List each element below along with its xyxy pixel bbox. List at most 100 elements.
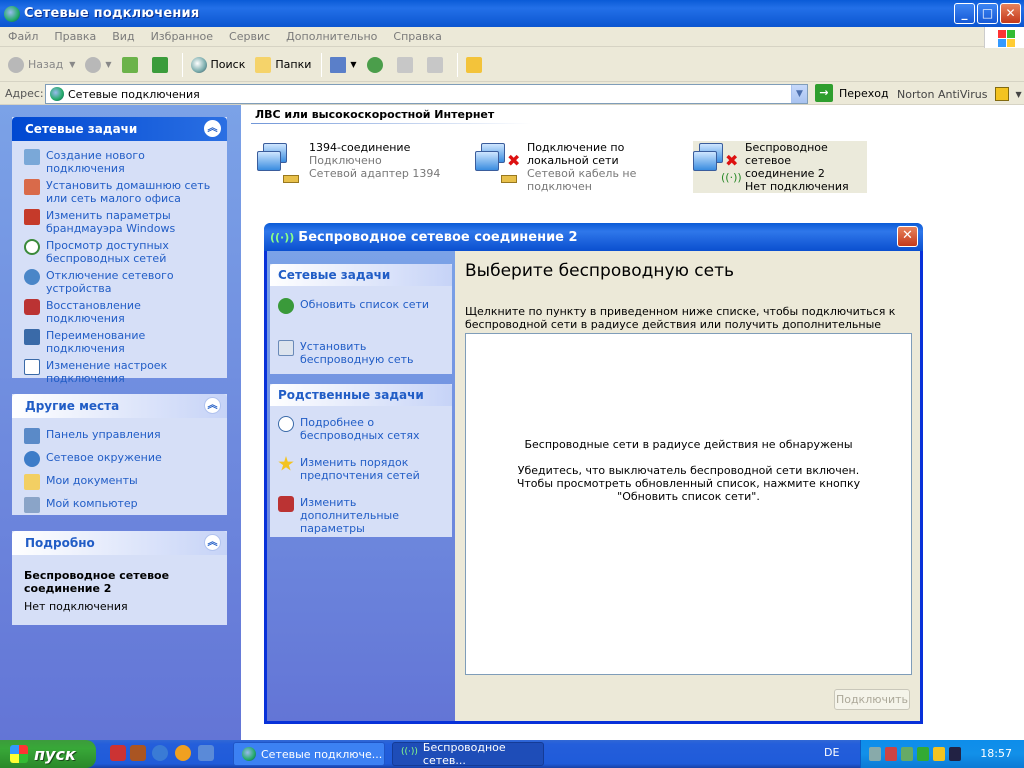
quicklaunch-app-icon[interactable] bbox=[198, 745, 214, 761]
refresh-icon bbox=[151, 56, 168, 73]
task-create-connection[interactable]: Создание нового подключения bbox=[24, 149, 217, 175]
menu-view[interactable]: Вид bbox=[104, 30, 142, 43]
dialog-title-bar[interactable]: ((·)) Беспроводное сетевое соединение 2 … bbox=[264, 223, 923, 251]
start-button[interactable]: пуск bbox=[0, 740, 96, 768]
taskbar-item-wireless-connection[interactable]: ((·)) Беспроводное сетев... bbox=[392, 741, 544, 767]
search-button[interactable]: Поиск bbox=[187, 52, 250, 78]
collapse-icon[interactable]: ︽ bbox=[204, 120, 221, 137]
toolbar-separator bbox=[456, 52, 458, 77]
network-tray-icon[interactable] bbox=[869, 747, 881, 761]
internet-explorer-icon[interactable] bbox=[152, 745, 168, 761]
task-disable-device[interactable]: Отключение сетевого устройства bbox=[24, 269, 217, 295]
back-button[interactable]: Назад ▼ bbox=[4, 52, 79, 78]
language-indicator[interactable]: DE bbox=[824, 746, 839, 759]
refresh-icon bbox=[278, 298, 294, 314]
task-view-wireless-networks[interactable]: Просмотр доступных беспроводных сетей bbox=[24, 239, 217, 265]
explorer-window: Сетевые подключения _ □ ✕ Файл Правка Ви… bbox=[0, 0, 1024, 740]
wrench-icon bbox=[278, 496, 294, 512]
disable-device-icon bbox=[24, 269, 40, 285]
go-button[interactable]: → Переход bbox=[815, 84, 889, 102]
place-my-documents[interactable]: Мои документы bbox=[24, 474, 217, 490]
collapse-icon[interactable]: ︽ bbox=[204, 534, 221, 551]
menu-help[interactable]: Справка bbox=[385, 30, 449, 43]
my-computer-icon bbox=[24, 497, 40, 513]
dialog-body: Сетевые задачи Обновить список сети Уста… bbox=[267, 251, 920, 721]
refresh-network-list-link[interactable]: Обновить список сети bbox=[278, 298, 452, 314]
group-header: ЛВС или высокоскоростной Интернет bbox=[255, 108, 495, 121]
dialog-close-button[interactable]: ✕ bbox=[897, 226, 918, 247]
info-icon bbox=[278, 416, 294, 432]
change-preferred-order-link[interactable]: Изменить порядок предпочтения сетей bbox=[278, 456, 452, 482]
taskbar-item-network-connections[interactable]: Сетевые подключе... bbox=[233, 742, 385, 766]
task-home-network[interactable]: Установить домашнюю сеть или сеть малого… bbox=[24, 179, 217, 205]
tray-app-icon[interactable] bbox=[901, 747, 913, 761]
new-connection-icon bbox=[24, 149, 40, 165]
network-tool-button[interactable] bbox=[363, 52, 391, 78]
back-arrow-icon bbox=[8, 56, 24, 73]
connection-1394[interactable]: 1394-соединение Подключено Сетевой адапт… bbox=[257, 141, 440, 185]
collapse-icon[interactable]: ︽ bbox=[204, 397, 221, 414]
quicklaunch-app-icon[interactable] bbox=[130, 745, 146, 761]
wireless-setup-icon bbox=[278, 340, 294, 356]
up-folder-button[interactable] bbox=[118, 52, 146, 78]
setup-wireless-network-link[interactable]: Установить беспроводную сеть bbox=[278, 340, 452, 366]
refresh-hint: Чтобы просмотреть обновленный список, на… bbox=[516, 477, 861, 503]
connection-status: Подключено bbox=[309, 154, 382, 167]
tray-app-icon[interactable] bbox=[949, 747, 961, 761]
task-repair-connection[interactable]: Восстановление подключения bbox=[24, 299, 217, 325]
dialog-main: Выберите беспроводную сеть Щелкните по п… bbox=[457, 251, 920, 721]
wireless-network-list[interactable]: Беспроводные сети в радиусе действия не … bbox=[465, 333, 912, 675]
menu-file[interactable]: Файл bbox=[0, 30, 46, 43]
other-places-panel: Другие места ︽ Панель управления Сетевое… bbox=[12, 394, 227, 515]
network-refresh-icon bbox=[366, 56, 383, 73]
address-field[interactable]: Сетевые подключения ▼ bbox=[45, 84, 808, 104]
task-rename-connection[interactable]: Переименование подключения bbox=[24, 329, 217, 355]
connection-wireless-2[interactable]: ✖ ((·)) Беспроводное сетевое соединение … bbox=[693, 141, 867, 193]
address-dropdown-icon[interactable]: ▼ bbox=[791, 85, 807, 103]
task-change-settings[interactable]: Изменение настроек подключения bbox=[24, 359, 217, 385]
norton-antivirus-toolbar[interactable]: Norton AntiVirus ▼ bbox=[897, 87, 1022, 101]
panel-header[interactable]: Другие места ︽ bbox=[12, 394, 227, 418]
folders-button[interactable]: Папки bbox=[251, 52, 315, 78]
learn-about-wireless-link[interactable]: Подробнее о беспроводных сетях bbox=[278, 416, 452, 442]
address-label: Адрес: bbox=[5, 87, 44, 100]
title-bar[interactable]: Сетевые подключения _ □ ✕ bbox=[0, 0, 1024, 27]
tray-app-icon[interactable] bbox=[917, 747, 929, 761]
refresh-button[interactable] bbox=[148, 52, 176, 78]
panel-header[interactable]: Сетевые задачи ︽ bbox=[12, 117, 227, 141]
advanced-settings-link[interactable]: Изменить дополнительные параметры bbox=[278, 496, 452, 535]
minimize-button[interactable]: _ bbox=[954, 3, 975, 24]
toolbar-separator bbox=[321, 52, 323, 77]
connection-name: 1394-соединение bbox=[309, 141, 411, 154]
connect-button[interactable]: Подключить bbox=[834, 689, 910, 710]
views-icon bbox=[330, 56, 347, 73]
place-my-computer[interactable]: Мой компьютер bbox=[24, 497, 217, 513]
task-pane: Сетевые задачи ︽ Создание нового подключ… bbox=[0, 105, 241, 740]
copy-to-button[interactable] bbox=[423, 52, 451, 78]
connection-device: Сетевой адаптер 1394 bbox=[309, 167, 441, 180]
dialog-network-tasks-panel: Сетевые задачи Обновить список сети Уста… bbox=[270, 264, 452, 374]
maximize-button[interactable]: □ bbox=[977, 3, 998, 24]
close-button[interactable]: ✕ bbox=[1000, 3, 1021, 24]
folder-options-button[interactable] bbox=[462, 52, 490, 78]
menu-tools[interactable]: Сервис bbox=[221, 30, 278, 43]
disconnected-network-tray-icon[interactable] bbox=[885, 747, 897, 761]
place-control-panel[interactable]: Панель управления bbox=[24, 428, 217, 444]
details-panel: Подробно ︽ Беспроводное сетевое соединен… bbox=[12, 531, 227, 625]
media-player-icon[interactable] bbox=[175, 745, 191, 761]
forward-button[interactable]: ▼ bbox=[81, 52, 115, 78]
norton-tray-icon[interactable] bbox=[933, 747, 945, 761]
move-to-button[interactable] bbox=[393, 52, 421, 78]
menu-edit[interactable]: Правка bbox=[46, 30, 104, 43]
system-tray: 18:57 bbox=[860, 740, 1024, 768]
clock[interactable]: 18:57 bbox=[980, 747, 1012, 760]
connection-lan[interactable]: ✖ Подключение по локальной сети Сетевой … bbox=[475, 141, 687, 193]
network-tasks-panel: Сетевые задачи ︽ Создание нового подключ… bbox=[12, 117, 227, 385]
quicklaunch-app-icon[interactable] bbox=[110, 745, 126, 761]
panel-header[interactable]: Подробно ︽ bbox=[12, 531, 227, 555]
task-firewall-settings[interactable]: Изменить параметры брандмауэра Windows bbox=[24, 209, 217, 235]
menu-favorites[interactable]: Избранное bbox=[143, 30, 221, 43]
place-network-neighborhood[interactable]: Сетевое окружение bbox=[24, 451, 217, 467]
menu-advanced[interactable]: Дополнительно bbox=[278, 30, 385, 43]
views-button[interactable]: ▼ bbox=[326, 52, 360, 78]
